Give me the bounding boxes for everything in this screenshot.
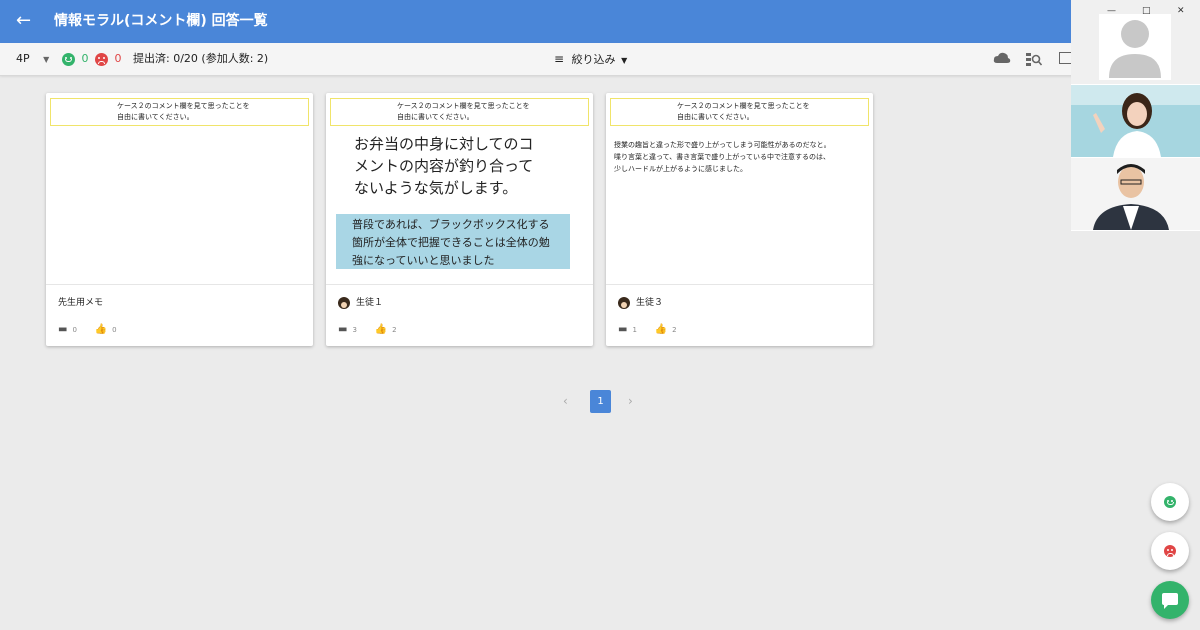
divider [606,284,873,285]
student-avatar-icon [338,296,350,309]
close-icon[interactable]: ✕ [1177,6,1185,16]
answer-line: お弁当の中身に対してのコ [354,135,534,153]
card-stats: ▬ 0 👍 0 [58,324,132,336]
like-count: 2 [672,326,677,334]
search-grid-icon[interactable] [1026,52,1043,66]
video-call-panel: — □ ✕ [1071,0,1200,231]
cloud-abc-icon[interactable] [993,52,1011,66]
answer-line: 喋り言葉と違って、書き言葉で盛り上がっている中で注意するのは、 [614,153,830,161]
answer-line: ないような気がします。 [354,179,518,197]
prompt-line: ケース２のコメント欄を見て思ったことを [117,102,250,110]
bad-count: 0 [114,52,122,65]
question-prompt: ケース２のコメント欄を見て思ったことを 自由に書いてください。 [330,98,589,126]
thumb-up-icon[interactable]: 👍 [375,324,387,336]
comment-count: 3 [352,326,357,334]
video-tile-participant [1071,85,1200,157]
divider [46,284,313,285]
video-tile-self: — □ ✕ [1071,0,1200,84]
comment-icon[interactable]: ▬ [618,324,627,336]
bad-reaction-button[interactable] [1151,532,1189,570]
student-avatar-icon [618,296,630,309]
prompt-line: ケース２のコメント欄を見て思ったことを [397,102,530,110]
video-tile-participant [1071,158,1200,230]
smile-face-icon [62,52,75,66]
like-count: 0 [112,326,117,334]
app-bar: ← 情報モラル(コメント欄) 回答一覧 [0,0,1200,43]
smile-face-icon [1164,496,1176,508]
card-stats: ▬ 1 👍 2 [618,324,692,336]
thumb-up-icon[interactable]: 👍 [95,324,107,336]
good-reaction-button[interactable] [1151,483,1189,521]
typed-answer: 授業の趣旨と違った形で盛り上がってしまう可能性があるのだなと。 喋り言葉と違って… [614,139,864,175]
answer-card[interactable]: ケース２のコメント欄を見て思ったことを 自由に書いてください。 授業の趣旨と違っ… [606,93,873,346]
good-count: 0 [81,52,89,65]
bad-reaction-counter: 0 [95,52,122,66]
class-select-value: 4P [16,52,30,65]
frown-face-icon [95,52,108,66]
toolbar: 4P ▼ 0 0 提出済: 0/20 (参加人数: 2) ≡ 絞り込み ▼ [0,43,1200,76]
question-prompt: ケース２のコメント欄を見て思ったことを 自由に書いてください。 [50,98,309,126]
filter-button[interactable]: ≡ 絞り込み ▼ [554,51,627,69]
comment-count: 1 [632,326,637,334]
answer-line: 授業の趣旨と違った形で盛り上がってしまう可能性があるのだなと。 [614,141,831,149]
author-name: 生徒３ [636,298,664,308]
author-name: 生徒１ [356,298,384,308]
chat-icon [1162,593,1178,609]
prompt-line: 自由に書いてください。 [397,113,474,121]
note-line: 箇所が全体で把握できることは全体の勉 [352,236,550,249]
comment-icon[interactable]: ▬ [58,324,67,336]
question-prompt: ケース２のコメント欄を見て思ったことを 自由に書いてください。 [610,98,869,126]
class-select[interactable]: 4P ▼ [16,52,49,67]
filter-list-icon: ≡ [554,52,565,66]
answer-card[interactable]: ケース２のコメント欄を見て思ったことを 自由に書いてください。 先生用メモ ▬ 0… [46,93,313,346]
like-count: 2 [392,326,397,334]
maximize-icon[interactable]: □ [1142,6,1151,16]
previous-page-button[interactable]: ‹ [563,390,568,413]
arrow-drop-down-icon: ▼ [621,56,628,65]
answer-card[interactable]: ケース２のコメント欄を見て思ったことを 自由に書いてください。 お弁当の中身に対… [326,93,593,346]
filter-label: 絞り込み [571,53,616,66]
divider [326,284,593,285]
frown-face-icon [1164,545,1176,557]
card-stats: ▬ 3 👍 2 [338,324,412,336]
chat-button[interactable] [1151,581,1189,619]
handwritten-answer: お弁当の中身に対してのコ メントの内容が釣り合って ないような気がします。 [354,133,554,199]
thumb-up-icon[interactable]: 👍 [655,324,667,336]
submission-status: 提出済: 0/20 (参加人数: 2) [133,52,269,65]
answer-line: 少しハードルが上がるように感じました。 [614,165,747,173]
note-line: 強になっていいと思いました [352,254,495,267]
author: 生徒１ [338,296,383,310]
comment-count: 0 [72,326,77,334]
answer-line: メントの内容が釣り合って [354,157,534,175]
note-line: 普段であれば、ブラックボックス化する [352,218,550,231]
sticky-note: 普段であれば、ブラックボックス化する 箇所が全体で把握できることは全体の勉 強に… [336,214,570,269]
arrow-back-icon[interactable]: ← [16,10,31,32]
good-reaction-counter: 0 [62,52,89,66]
prompt-line: 自由に書いてください。 [677,113,754,121]
page-title: 情報モラル(コメント欄) 回答一覧 [54,13,268,29]
next-page-button[interactable]: › [628,390,633,413]
prompt-line: ケース２のコメント欄を見て思ったことを [677,102,810,110]
arrow-drop-down-icon: ▼ [43,55,50,64]
author-name: 先生用メモ [58,298,104,308]
comment-icon[interactable]: ▬ [338,324,347,336]
page-button-current[interactable]: 1 [590,390,611,413]
author: 生徒３ [618,296,663,310]
minimize-icon[interactable]: — [1107,6,1116,16]
prompt-line: 自由に書いてください。 [117,113,194,121]
